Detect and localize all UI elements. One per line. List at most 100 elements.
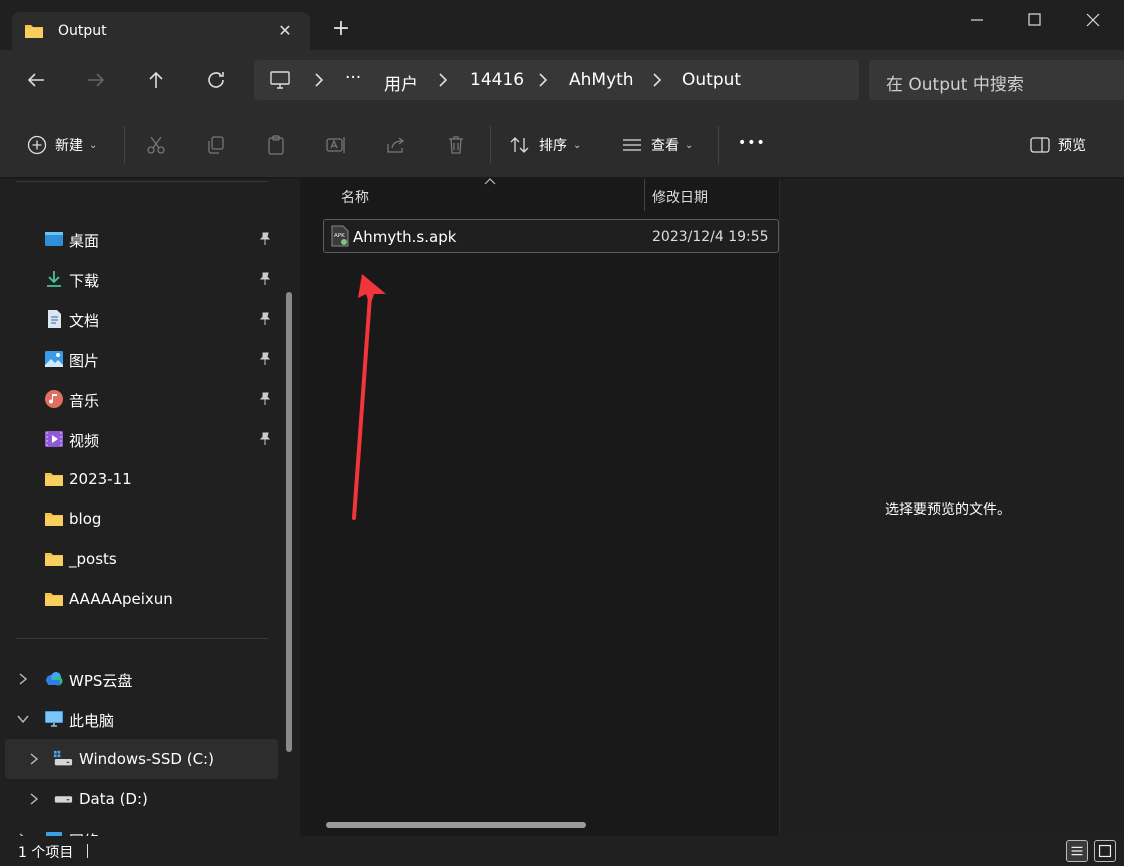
file-modified-date: 2023/12/4 19:55 <box>652 229 769 245</box>
sidebar-item-label: Data (D:) <box>79 790 148 808</box>
sidebar-item-label: 音乐 <box>69 392 100 410</box>
status-divider <box>87 844 88 858</box>
sidebar-item-folder-aaaaapeixun[interactable]: AAAAApeixun <box>0 579 280 619</box>
chevron-right-icon[interactable] <box>28 791 40 807</box>
address-bar[interactable]: ··· 用户 14416 AhMyth Output <box>254 60 859 100</box>
minimize-icon[interactable] <box>962 8 992 32</box>
sidebar-item-documents[interactable]: 文档 <box>0 299 280 339</box>
chevron-right-icon[interactable] <box>17 671 29 687</box>
preview-pane-icon <box>1030 137 1050 153</box>
toolbar-divider <box>718 126 719 164</box>
plus-circle-icon <box>27 135 47 155</box>
sidebar-item-label: AAAAApeixun <box>69 590 173 608</box>
picture-icon <box>45 351 63 367</box>
sidebar-scrollbar[interactable] <box>286 292 292 752</box>
new-button[interactable]: 新建 ⌄ <box>27 134 97 156</box>
close-tab-icon[interactable]: ✕ <box>276 22 294 40</box>
music-icon <box>45 390 63 408</box>
sidebar-item-wps-cloud[interactable]: WPS云盘 <box>0 659 280 699</box>
rename-icon[interactable] <box>325 134 347 156</box>
breadcrumb-ahmyth[interactable]: AhMyth <box>569 70 634 90</box>
title-bar: Output ✕ + <box>0 0 1124 50</box>
breadcrumb-ellipsis[interactable]: ··· <box>345 68 361 88</box>
sidebar-item-label: 此电脑 <box>69 712 115 730</box>
sidebar-item-label: 视频 <box>69 432 100 450</box>
tab-output[interactable]: Output ✕ <box>12 12 310 50</box>
preview-pane: 选择要预览的文件。 <box>779 179 1124 836</box>
pin-icon[interactable] <box>258 352 272 366</box>
chevron-right-icon[interactable] <box>28 751 40 767</box>
sidebar-item-label: 文档 <box>69 312 100 330</box>
search-input[interactable]: 在 Output 中搜索 <box>869 60 1124 100</box>
up-icon[interactable] <box>144 68 168 92</box>
sidebar-item-desktop[interactable]: 桌面 <box>0 219 280 259</box>
more-options-button[interactable]: ••• <box>738 132 766 154</box>
tab-title: Output <box>58 23 107 39</box>
chevron-right-icon <box>315 73 324 87</box>
horizontal-scrollbar[interactable] <box>326 822 586 828</box>
close-window-icon[interactable] <box>1078 8 1108 32</box>
delete-icon[interactable] <box>445 134 467 156</box>
new-tab-button[interactable]: + <box>330 18 352 40</box>
back-icon[interactable] <box>24 68 48 92</box>
paste-icon[interactable] <box>265 134 287 156</box>
sidebar-item-downloads[interactable]: 下载 <box>0 259 280 299</box>
sidebar-item-label: WPS云盘 <box>69 672 133 690</box>
preview-pane-button[interactable]: 预览 <box>1030 134 1086 156</box>
computer-icon <box>270 71 290 89</box>
forward-icon[interactable] <box>84 68 108 92</box>
maximize-icon[interactable] <box>1020 8 1050 32</box>
share-icon[interactable] <box>385 134 407 156</box>
sidebar-item-label: 图片 <box>69 352 100 370</box>
chevron-right-icon <box>653 73 662 87</box>
sidebar-item-folder-posts[interactable]: _posts <box>0 539 280 579</box>
pin-icon[interactable] <box>258 272 272 286</box>
sidebar-item-music[interactable]: 音乐 <box>0 379 280 419</box>
sidebar-item-drive-d[interactable]: Data (D:) <box>5 779 285 819</box>
column-header-modified[interactable]: 修改日期 <box>652 187 708 207</box>
sidebar-item-network[interactable]: 网络 <box>0 819 280 836</box>
sidebar-item-label: Windows-SSD (C:) <box>79 750 214 768</box>
chevron-down-icon: ⌄ <box>89 139 98 151</box>
search-placeholder: 在 Output 中搜索 <box>886 75 1024 95</box>
sidebar-item-folder-blog[interactable]: blog <box>0 499 280 539</box>
sidebar-item-folder-2023-11[interactable]: 2023-11 <box>0 459 280 499</box>
sidebar-item-this-pc[interactable]: 此电脑 <box>0 699 280 739</box>
pin-icon[interactable] <box>258 312 272 326</box>
pin-icon[interactable] <box>258 432 272 446</box>
svg-text:APK: APK <box>334 233 345 239</box>
view-button[interactable]: 查看 ⌄ <box>621 134 693 156</box>
cut-icon[interactable] <box>145 134 167 156</box>
document-icon <box>48 310 61 328</box>
breadcrumb-14416[interactable]: 14416 <box>470 70 524 90</box>
sort-button[interactable]: 排序 ⌄ <box>509 134 581 156</box>
details-view-icon[interactable] <box>1066 840 1088 862</box>
apk-file-icon: APK <box>331 225 349 247</box>
computer-icon <box>45 711 63 727</box>
breadcrumb-output[interactable]: Output <box>682 70 741 90</box>
column-header-name[interactable]: 名称 <box>341 187 369 207</box>
pin-icon[interactable] <box>258 232 272 246</box>
sidebar-item-label: _posts <box>69 550 117 568</box>
table-row[interactable]: APK Ahmyth.s.apk 2023/12/4 19:55 <box>323 219 779 253</box>
large-icons-view-icon[interactable] <box>1094 840 1116 862</box>
folder-icon <box>45 553 63 566</box>
folder-icon <box>45 513 63 526</box>
breadcrumb-users[interactable]: 用户 <box>384 70 418 95</box>
chevron-right-icon <box>439 73 448 87</box>
sidebar-item-drive-c[interactable]: Windows-SSD (C:) <box>5 739 278 779</box>
column-divider[interactable] <box>644 179 645 211</box>
refresh-icon[interactable] <box>204 68 228 92</box>
video-icon <box>45 431 63 447</box>
sort-icon <box>510 137 529 153</box>
sidebar-item-label: 桌面 <box>69 232 100 250</box>
pin-icon[interactable] <box>258 392 272 406</box>
sidebar-item-label: blog <box>69 510 102 528</box>
sort-ascending-icon <box>484 178 496 185</box>
sidebar-item-videos[interactable]: 视频 <box>0 419 280 459</box>
sidebar-item-pictures[interactable]: 图片 <box>0 339 280 379</box>
copy-icon[interactable] <box>205 134 227 156</box>
windows-drive-icon <box>53 750 73 766</box>
chevron-down-icon[interactable] <box>17 711 29 727</box>
sidebar-divider <box>16 181 268 182</box>
